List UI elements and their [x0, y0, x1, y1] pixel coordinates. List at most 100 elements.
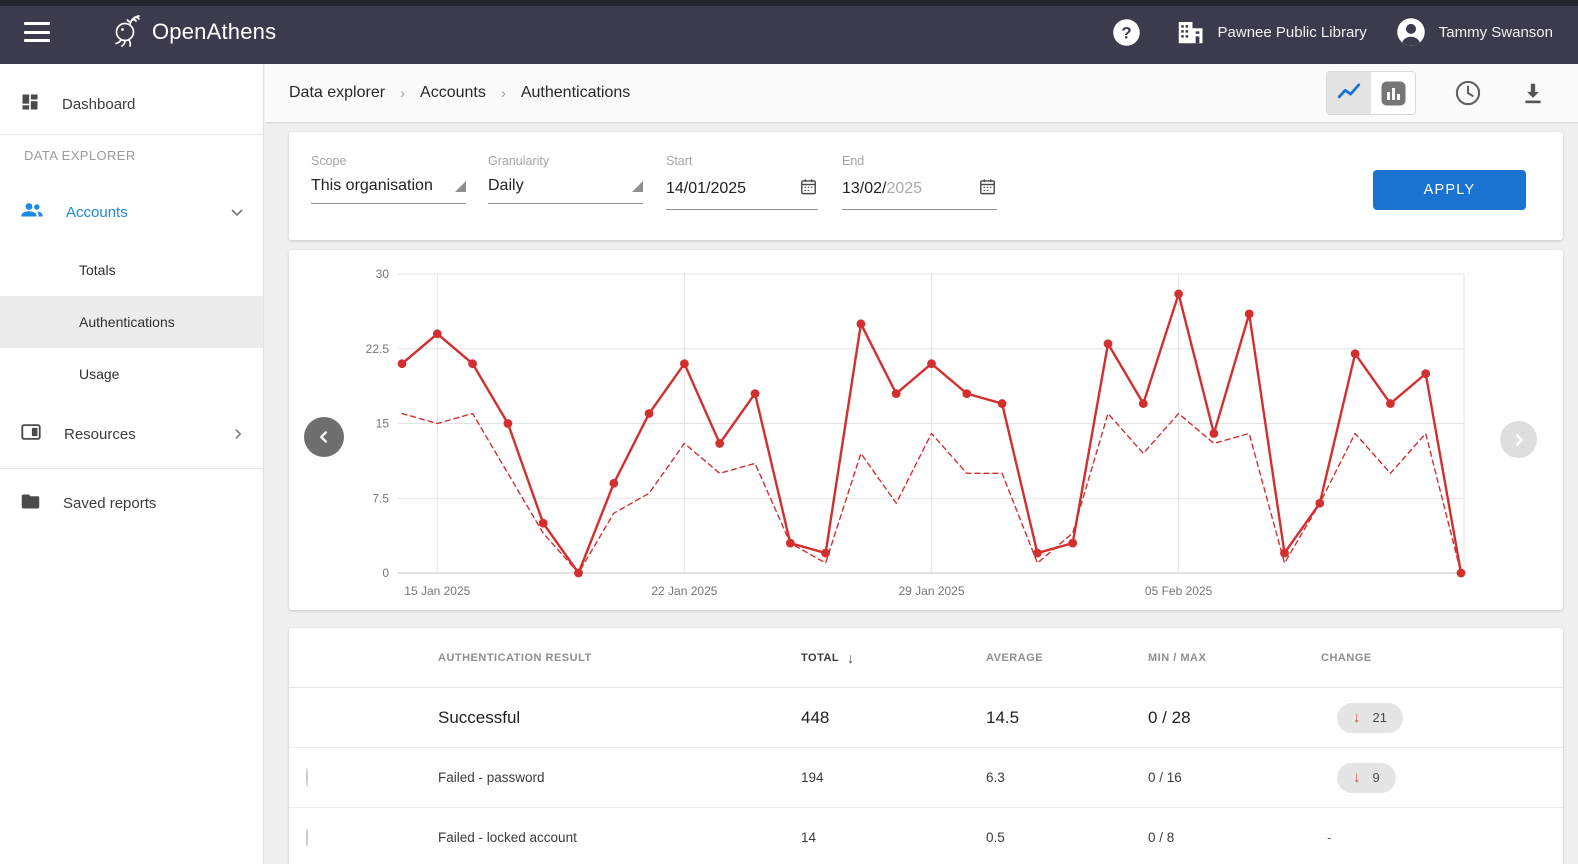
average-value: 6.3	[986, 770, 1148, 785]
svg-text:29 Jan 2025: 29 Jan 2025	[898, 584, 964, 598]
sidebar-item-label: Dashboard	[62, 96, 135, 113]
sidebar-divider	[0, 134, 263, 135]
sidebar-item-authentications[interactable]: Authentications	[0, 296, 263, 348]
series-toggle-empty[interactable]	[306, 828, 308, 847]
start-date-value: 14/01/2025	[666, 180, 746, 198]
breadcrumb-separator: ›	[501, 85, 506, 102]
scope-value: This organisation	[311, 177, 433, 195]
col-authentication-result[interactable]: AUTHENTICATION RESULT	[438, 652, 801, 664]
sub-item-label: Totals	[79, 262, 116, 278]
sidebar-item-totals[interactable]: Totals	[0, 244, 263, 296]
table-row-failed-password: Failed - password 194 6.3 0 / 16 ↓9	[289, 748, 1563, 808]
brand-name: OpenAthens	[152, 19, 276, 45]
help-icon[interactable]: ?	[1112, 18, 1141, 47]
end-date-typed: 13/02/	[842, 180, 886, 198]
svg-text:15 Jan 2025: 15 Jan 2025	[404, 584, 470, 598]
total-value: 194	[801, 770, 986, 785]
sidebar-divider	[0, 468, 263, 469]
apply-button[interactable]: APPLY	[1373, 170, 1526, 210]
resources-icon	[20, 421, 42, 447]
chart-type-toggle	[1326, 71, 1416, 115]
authentications-line-chart[interactable]: 0 7.5 15 22.5 30 15 Jan 2025 22 Jan 2025 29 Jan…	[289, 250, 1563, 610]
openathens-logo-icon	[108, 11, 144, 54]
svg-text:30: 30	[376, 267, 390, 281]
col-total[interactable]: TOTAL ↓	[801, 650, 986, 666]
main-content: Data explorer › Accounts › Authenticatio…	[265, 64, 1578, 864]
change-none: -	[1327, 829, 1332, 845]
end-date-label: End	[842, 154, 997, 168]
calendar-icon[interactable]	[799, 177, 818, 201]
accounts-people-icon	[20, 198, 44, 226]
user-name[interactable]: Tammy Swanson	[1439, 24, 1553, 41]
svg-text:05 Feb 2025: 05 Feb 2025	[1145, 584, 1213, 598]
chevron-down-icon[interactable]	[227, 202, 247, 222]
openathens-brand[interactable]: OpenAthens	[108, 11, 276, 54]
sidebar-item-label: Saved reports	[63, 495, 156, 512]
sidebar-item-saved-reports[interactable]: Saved reports	[0, 479, 263, 527]
folder-icon	[20, 491, 41, 516]
bar-chart-toggle-button[interactable]	[1371, 72, 1415, 114]
col-min-max[interactable]: MIN / MAX	[1148, 652, 1321, 664]
sidebar-item-label: Resources	[64, 426, 136, 443]
sub-item-label: Usage	[79, 366, 119, 382]
average-value: 0.5	[986, 830, 1148, 845]
change-down-icon: ↓	[1353, 769, 1361, 786]
svg-text:7.5: 7.5	[372, 491, 389, 505]
top-app-bar: OpenAthens ? Pawnee Public Library	[0, 0, 1578, 64]
scope-select[interactable]: Scope This organisation	[311, 154, 466, 204]
change-badge: ↓9	[1337, 763, 1396, 793]
breadcrumb-separator: ›	[400, 85, 405, 102]
sub-item-label: Authentications	[79, 314, 175, 330]
change-down-icon: ↓	[1353, 709, 1361, 726]
total-value: 14	[801, 830, 986, 845]
svg-text:22 Jan 2025: 22 Jan 2025	[651, 584, 717, 598]
end-date-field[interactable]: End 13/02/2025	[842, 154, 997, 210]
chevron-right-icon[interactable]	[229, 425, 247, 443]
history-clock-icon[interactable]	[1454, 79, 1482, 107]
average-value: 14.5	[986, 708, 1148, 728]
download-icon[interactable]	[1520, 80, 1546, 106]
granularity-select[interactable]: Granularity Daily	[488, 154, 643, 204]
chart-prev-button[interactable]	[304, 417, 344, 457]
menu-icon[interactable]	[24, 22, 50, 42]
sidebar-item-dashboard[interactable]: Dashboard	[0, 80, 263, 128]
sidebar-item-usage[interactable]: Usage	[0, 348, 263, 400]
sidebar-item-resources[interactable]: Resources	[0, 410, 263, 458]
line-chart-toggle-button[interactable]	[1327, 72, 1371, 114]
granularity-label: Granularity	[488, 154, 643, 168]
svg-text:0: 0	[382, 566, 389, 580]
min-max-value: 0 / 8	[1148, 830, 1321, 845]
breadcrumb-data-explorer[interactable]: Data explorer	[289, 84, 385, 102]
start-date-label: Start	[666, 154, 818, 168]
granularity-value: Daily	[488, 177, 524, 195]
col-change[interactable]: CHANGE	[1321, 652, 1563, 664]
organisation-icon	[1175, 17, 1205, 47]
chart-panel: 0 7.5 15 22.5 30 15 Jan 2025 22 Jan 2025 29 Jan…	[289, 250, 1563, 610]
filter-panel: Scope This organisation Granularity Dail…	[289, 132, 1563, 240]
sidebar-item-accounts[interactable]: Accounts	[0, 188, 263, 236]
start-date-field[interactable]: Start 14/01/2025	[666, 154, 818, 210]
min-max-value: 0 / 16	[1148, 770, 1321, 785]
svg-text:15: 15	[376, 417, 390, 431]
organisation-name[interactable]: Pawnee Public Library	[1218, 24, 1367, 41]
table-row-failed-locked-account: Failed - locked account 14 0.5 0 / 8 -	[289, 808, 1563, 864]
breadcrumb-authentications: Authentications	[521, 84, 630, 102]
calendar-icon[interactable]	[978, 177, 997, 201]
sort-descending-icon: ↓	[847, 650, 855, 666]
min-max-value: 0 / 28	[1148, 708, 1321, 728]
results-table: AUTHENTICATION RESULT TOTAL ↓ AVERAGE MI…	[289, 628, 1563, 864]
sidebar-item-label: Accounts	[66, 204, 128, 221]
svg-text:22.5: 22.5	[366, 342, 390, 356]
result-label: Failed - locked account	[438, 830, 801, 845]
sidebar-section-title: DATA EXPLORER	[24, 148, 136, 163]
result-label: Successful	[438, 708, 801, 728]
col-average[interactable]: AVERAGE	[986, 652, 1148, 664]
table-header-row: AUTHENTICATION RESULT TOTAL ↓ AVERAGE MI…	[289, 628, 1563, 688]
breadcrumb-accounts[interactable]: Accounts	[420, 84, 486, 102]
sidebar: Dashboard DATA EXPLORER Accounts Totals …	[0, 64, 264, 864]
user-avatar-icon	[1396, 17, 1426, 47]
scope-label: Scope	[311, 154, 466, 168]
dropdown-arrow-icon	[455, 181, 466, 192]
series-toggle-empty[interactable]	[306, 768, 308, 787]
chart-next-button[interactable]	[1500, 421, 1537, 458]
